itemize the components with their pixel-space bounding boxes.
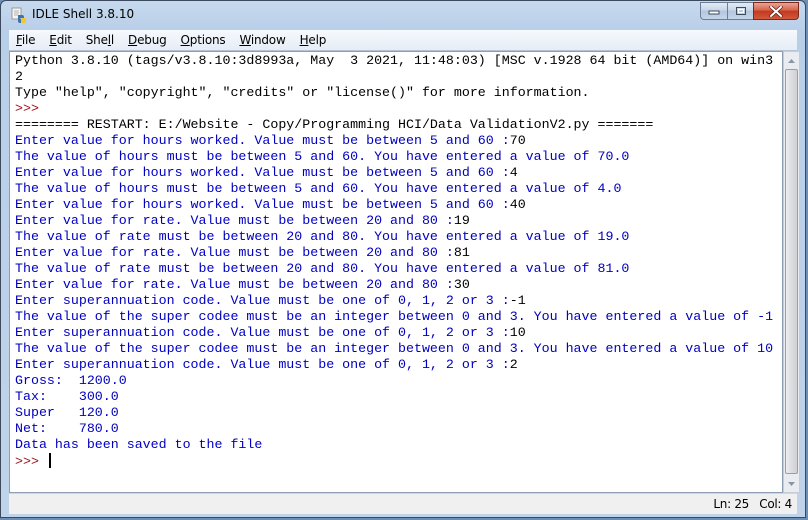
python-idle-icon (11, 7, 26, 23)
status-column-number: Col: 4 (759, 497, 792, 511)
program-output: Enter value for hours worked. Value must… (15, 133, 510, 148)
shell-prompt: >>> (15, 101, 47, 116)
shell-banner: Python 3.8.10 (tags/v3.8.10:3d8993a, May… (15, 53, 774, 68)
shell-prompt: >>> (15, 454, 47, 469)
menu-edit[interactable]: Edit (42, 30, 78, 50)
menu-bar: File Edit Shell Debug Options Window Help (9, 30, 797, 51)
user-input: 30 (453, 277, 470, 292)
menu-debug[interactable]: Debug (121, 30, 173, 50)
user-input: 81 (453, 245, 470, 260)
minimize-button[interactable] (700, 2, 727, 20)
shell-line: Enter value for hours worked. Value must… (15, 165, 773, 181)
restart-banner: ======== RESTART: E:/Website - Copy/Prog… (15, 117, 654, 132)
scroll-up-button[interactable] (784, 52, 799, 69)
program-output: The value of hours must be between 5 and… (15, 149, 630, 164)
maximize-button[interactable] (727, 2, 753, 20)
shell-line: The value of hours must be between 5 and… (15, 181, 773, 197)
program-output: The value of the super codee must be an … (15, 341, 774, 356)
shell-line: >>> (15, 101, 773, 117)
shell-line: The value of hours must be between 5 and… (15, 149, 773, 165)
shell-line: The value of the super codee must be an … (15, 341, 773, 357)
program-output: Data has been saved to the file (15, 437, 263, 452)
program-output: Super 120.0 (15, 405, 119, 420)
text-cursor[interactable] (48, 453, 51, 468)
shell-line: Enter value for rate. Value must be betw… (15, 213, 773, 229)
program-output: Net: 780.0 (15, 421, 119, 436)
shell-line: Enter value for rate. Value must be betw… (15, 245, 773, 261)
shell-line: Enter value for hours worked. Value must… (15, 133, 773, 149)
close-icon (769, 5, 783, 17)
program-output: The value of rate must be between 20 and… (15, 261, 630, 276)
shell-line: The value of rate must be between 20 and… (15, 261, 773, 277)
idle-shell-window: IDLE Shell 3.8.10 File Edit Shell Debug … (0, 0, 806, 518)
shell-line: Super 120.0 (15, 405, 773, 421)
user-input: 10 (509, 325, 526, 340)
shell-line: Enter value for hours worked. Value must… (15, 197, 773, 213)
shell-line: ======== RESTART: E:/Website - Copy/Prog… (15, 117, 773, 133)
menu-shell[interactable]: Shell (79, 30, 121, 50)
user-input: 40 (509, 197, 526, 212)
user-input: 4 (509, 165, 518, 180)
window-controls (700, 2, 799, 21)
close-button[interactable] (753, 2, 799, 20)
user-input: -1 (509, 293, 526, 308)
shell-line: Enter superannuation code. Value must be… (15, 357, 773, 373)
menu-help[interactable]: Help (293, 30, 334, 50)
shell-line: Data has been saved to the file (15, 437, 773, 453)
window-title: IDLE Shell 3.8.10 (32, 7, 135, 21)
vertical-scrollbar[interactable] (783, 51, 800, 493)
shell-line: Tax: 300.0 (15, 389, 773, 405)
user-input: 70 (509, 133, 526, 148)
program-output: Tax: 300.0 (15, 389, 119, 404)
shell-line: The value of the super codee must be an … (15, 309, 773, 325)
scroll-down-arrow-icon (788, 481, 795, 486)
shell-text[interactable]: Python 3.8.10 (tags/v3.8.10:3d8993a, May… (15, 53, 773, 469)
program-output: Enter value for rate. Value must be betw… (15, 277, 454, 292)
maximize-icon (735, 7, 746, 15)
program-output: The value of the super codee must be an … (15, 309, 774, 324)
shell-line: >>> (15, 453, 773, 469)
shell-line: Enter superannuation code. Value must be… (15, 325, 773, 341)
program-output: Enter value for rate. Value must be betw… (15, 245, 454, 260)
program-output: Enter superannuation code. Value must be… (15, 357, 510, 372)
program-output: Enter superannuation code. Value must be… (15, 293, 510, 308)
title-bar[interactable]: IDLE Shell 3.8.10 (1, 1, 805, 29)
shell-banner: 2 (15, 69, 23, 84)
shell-output-area[interactable]: Python 3.8.10 (tags/v3.8.10:3d8993a, May… (9, 51, 783, 493)
user-input: 19 (453, 213, 470, 228)
menu-file[interactable]: File (9, 30, 42, 50)
shell-line: Enter value for rate. Value must be betw… (15, 277, 773, 293)
shell-line: The value of rate must be between 20 and… (15, 229, 773, 245)
program-output: Enter value for hours worked. Value must… (15, 165, 510, 180)
scroll-down-button[interactable] (784, 475, 799, 492)
scroll-up-arrow-icon (788, 58, 795, 63)
shell-banner: Type "help", "copyright", "credits" or "… (15, 85, 590, 100)
shell-line: Gross: 1200.0 (15, 373, 773, 389)
program-output: Enter value for rate. Value must be betw… (15, 213, 454, 228)
menu-window[interactable]: Window (232, 30, 292, 50)
status-line-number: Ln: 25 (713, 497, 749, 511)
program-output: Gross: 1200.0 (15, 373, 127, 388)
menu-options[interactable]: Options (174, 30, 233, 50)
program-output: The value of rate must be between 20 and… (15, 229, 630, 244)
minimize-icon (708, 10, 720, 15)
shell-line: 2 (15, 69, 773, 85)
program-output: The value of hours must be between 5 and… (15, 181, 622, 196)
program-output: Enter superannuation code. Value must be… (15, 325, 510, 340)
shell-line: Net: 780.0 (15, 421, 773, 437)
program-output: Enter value for hours worked. Value must… (15, 197, 510, 212)
scrollbar-thumb[interactable] (785, 69, 798, 474)
shell-line: Enter superannuation code. Value must be… (15, 293, 773, 309)
status-bar: Ln: 25 Col: 4 (9, 493, 797, 514)
shell-line: Type "help", "copyright", "credits" or "… (15, 85, 773, 101)
user-input: 2 (509, 357, 518, 372)
shell-line: Python 3.8.10 (tags/v3.8.10:3d8993a, May… (15, 53, 773, 69)
